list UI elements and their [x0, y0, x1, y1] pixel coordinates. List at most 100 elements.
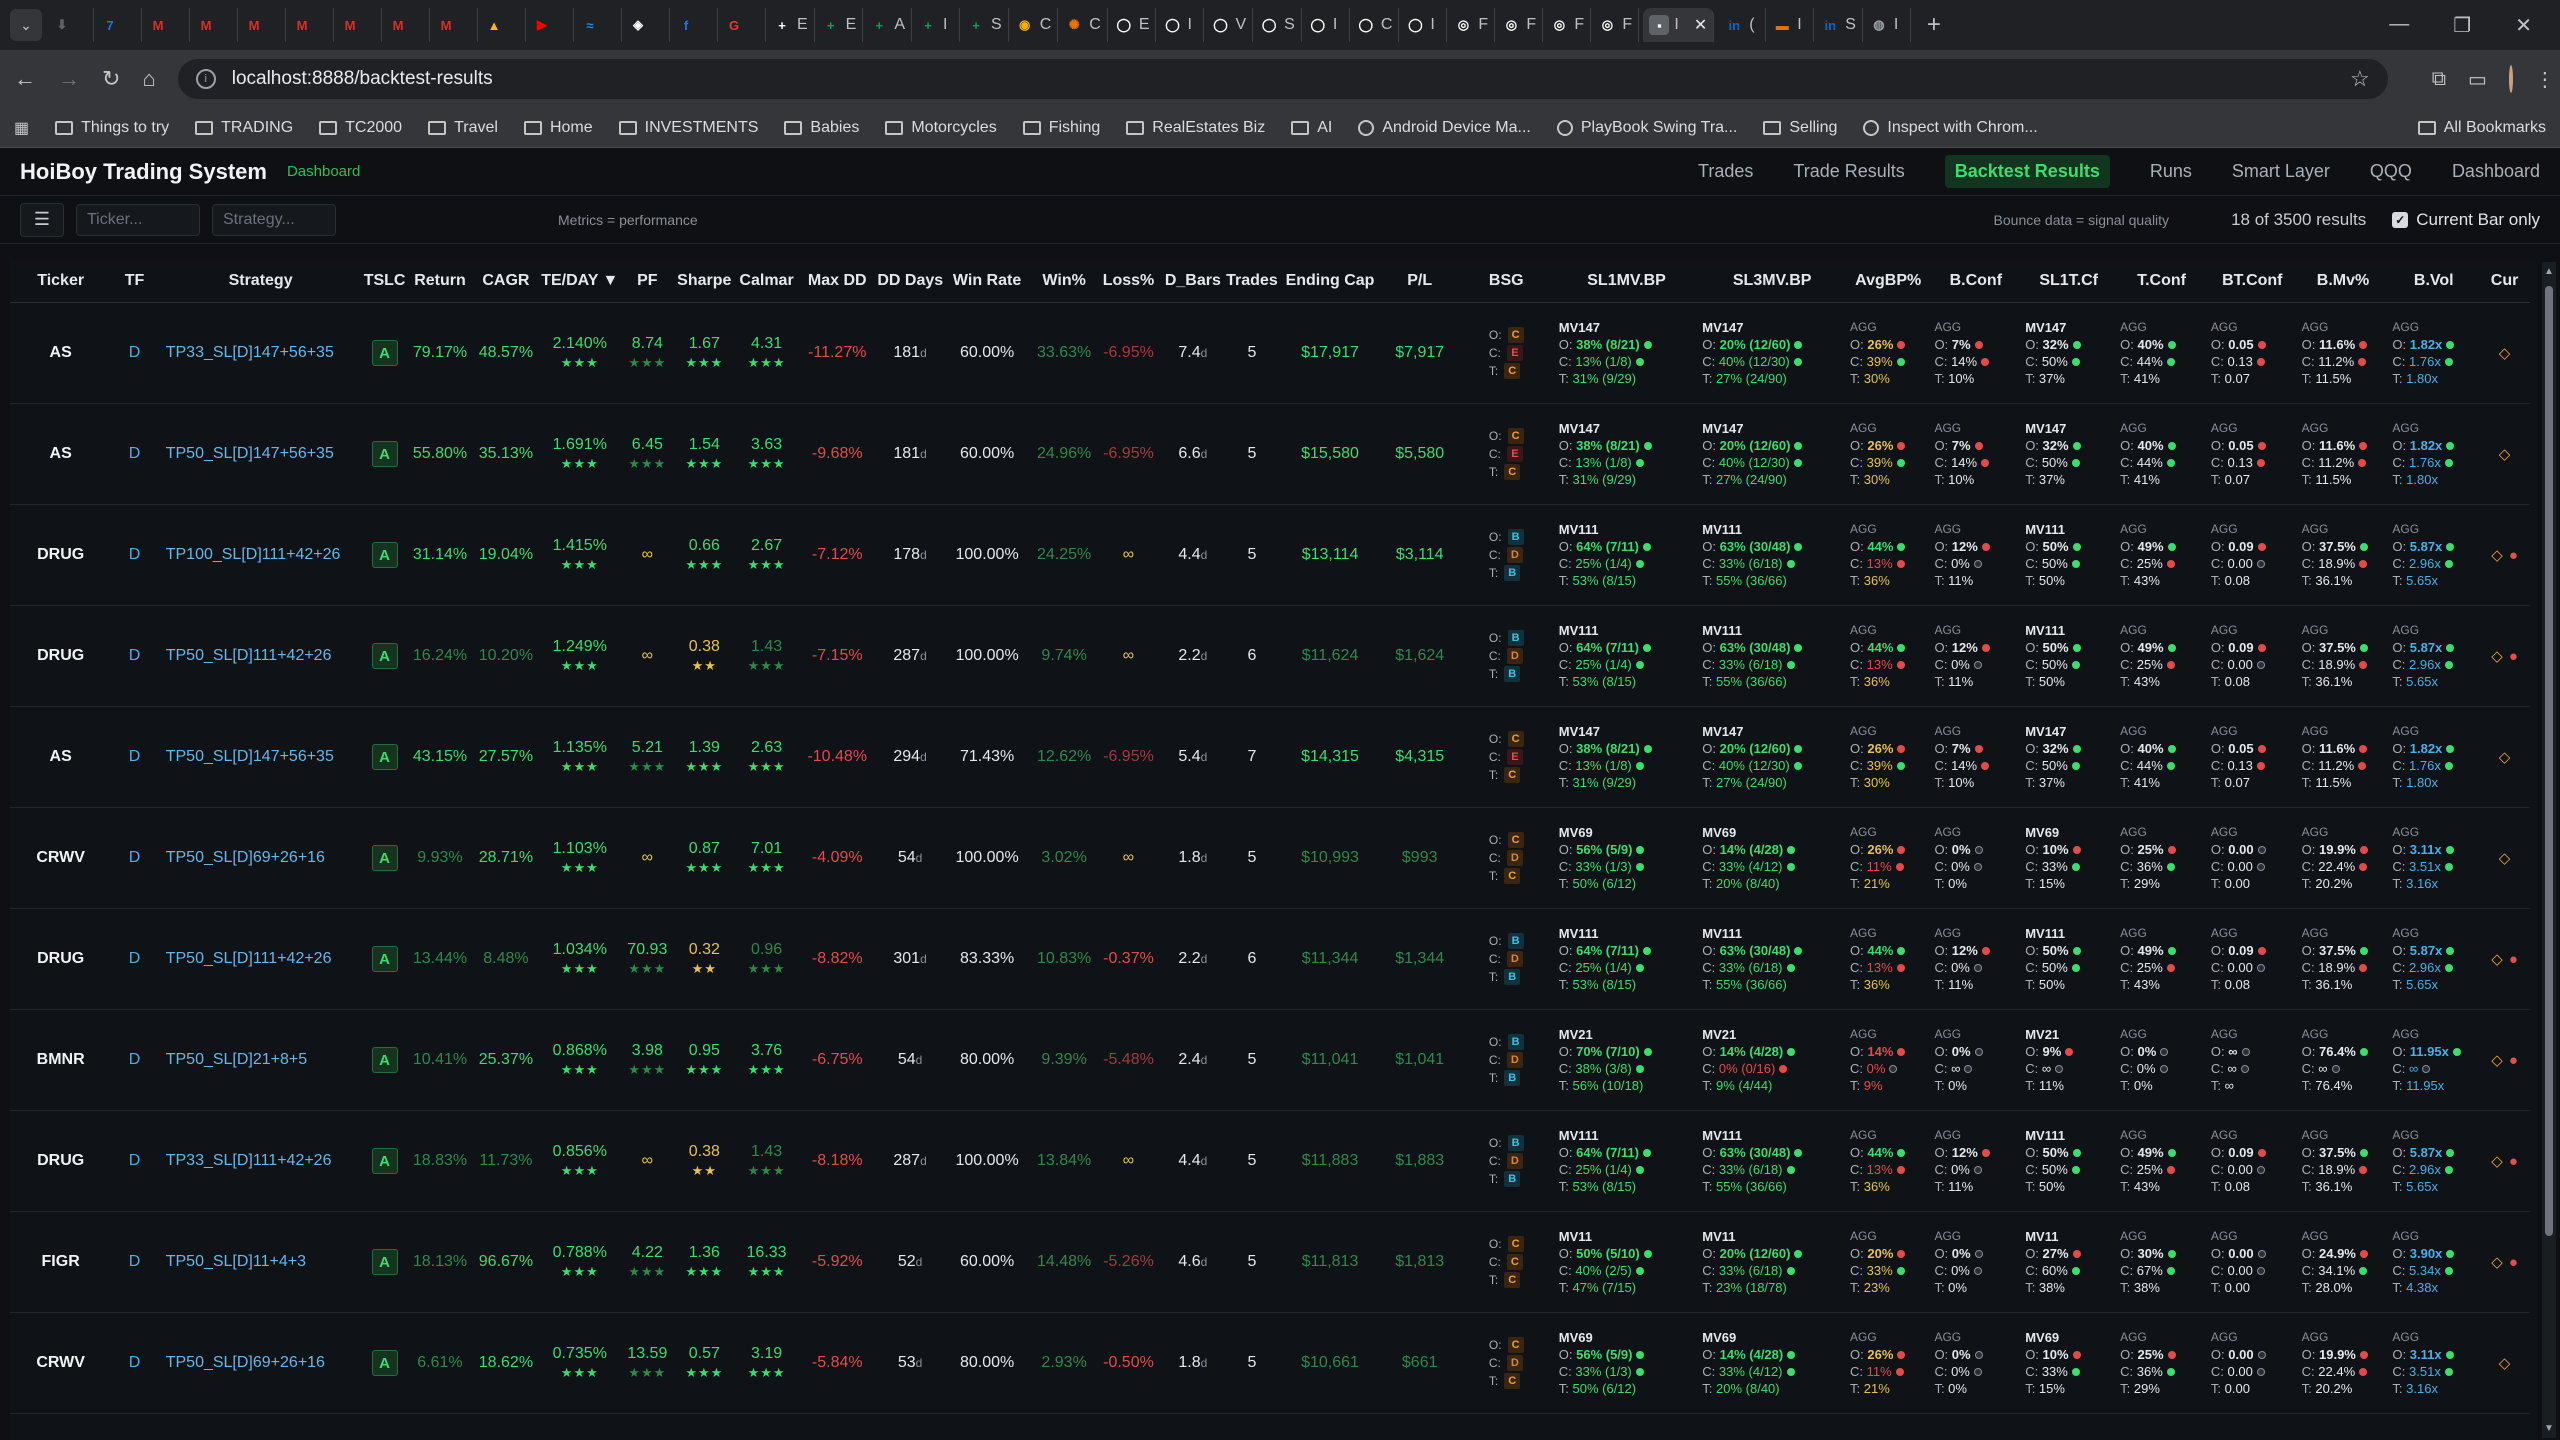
column-header[interactable]: PF [622, 260, 673, 303]
column-header[interactable]: TF [111, 260, 158, 303]
browser-tab[interactable]: ◎ F [1543, 8, 1592, 42]
scroll-up-icon[interactable]: ▲ [2544, 266, 2554, 277]
column-header[interactable]: TE/DAY ▼ [537, 260, 622, 303]
browser-tab[interactable]: ◯ E [1108, 8, 1157, 42]
address-bar[interactable]: i localhost:8888/backtest-results ☆ [177, 59, 2388, 99]
nav-smart-layer[interactable]: Smart Layer [2232, 161, 2330, 182]
column-header[interactable]: Ticker [10, 260, 112, 303]
column-header[interactable]: Trades [1225, 260, 1279, 303]
table-row[interactable]: DRUG D TP33_SL[D]111+42+26 A 18.83% 11.73% 0.8… [10, 1110, 2530, 1211]
column-header[interactable]: AvgBP% [1846, 260, 1931, 303]
browser-tab[interactable]: ⬇ [46, 8, 94, 42]
column-header[interactable]: P/L [1381, 260, 1458, 303]
nav-trades[interactable]: Trades [1698, 161, 1753, 182]
ticker-cell[interactable]: CRWV [10, 1312, 111, 1413]
ticker-cell[interactable]: FIGR [10, 1211, 111, 1312]
browser-tab[interactable]: + E [766, 8, 815, 42]
table-scrollbar[interactable]: ▲ ▼ [2542, 262, 2556, 1438]
column-header[interactable]: D_Bars [1160, 260, 1226, 303]
bookmark-item[interactable]: Android Device Ma... [1358, 119, 1531, 137]
scrollbar-thumb[interactable] [2545, 286, 2553, 1236]
browser-tab[interactable]: G [718, 8, 766, 42]
browser-tab[interactable]: M [142, 8, 190, 42]
bookmark-item[interactable]: INVESTMENTS [618, 119, 758, 137]
column-header[interactable]: B.Vol [2388, 260, 2480, 303]
ticker-cell[interactable]: DRUG [10, 1110, 111, 1211]
column-header[interactable]: SL1MV.BP [1554, 260, 1699, 303]
column-header[interactable]: TSLC [363, 260, 406, 303]
strategy-filter-input[interactable] [212, 203, 336, 236]
strategy-cell[interactable]: TP50_SL[D]11+4+3 [158, 1211, 364, 1312]
site-info-icon[interactable]: i [195, 69, 216, 89]
nav-dashboard[interactable]: Dashboard [2452, 161, 2540, 182]
browser-tab[interactable]: ▲ [478, 8, 526, 42]
column-header[interactable]: BSG [1457, 260, 1555, 303]
nav-trade-results[interactable]: Trade Results [1793, 161, 1904, 182]
table-row[interactable]: BMNR D TP50_SL[D]21+8+5 A 10.41% 25.37% 0.868%… [10, 1009, 2530, 1110]
column-header[interactable]: Return [405, 260, 475, 303]
sidebar-icon[interactable]: ▭ [2468, 67, 2487, 92]
column-header[interactable]: Sharpe [672, 260, 736, 303]
browser-tab[interactable]: ▬ I [1766, 8, 1815, 42]
strategy-cell[interactable]: TP50_SL[D]69+26+16 [158, 1312, 364, 1413]
bookmark-item[interactable]: RealEstates Biz [1126, 119, 1265, 137]
table-row[interactable]: CRWV D TP50_SL[D]69+26+16 A 9.93% 28.71% 1.103… [10, 807, 2530, 908]
ticker-cell[interactable]: AS [10, 706, 111, 807]
browser-tab[interactable]: ▶ [526, 8, 574, 42]
hamburger-menu-icon[interactable]: ☰ [20, 202, 64, 237]
table-row[interactable]: DRUG D TP50_SL[D]111+42+26 A 13.44% 8.48% 1.03… [10, 908, 2530, 1009]
profile-avatar[interactable] [2508, 65, 2513, 93]
browser-tab[interactable]: in S [1814, 8, 1863, 42]
tab-active[interactable]: ▪ I ✕ [1643, 8, 1715, 42]
app-subtitle[interactable]: Dashboard [287, 163, 360, 180]
browser-tab[interactable]: M [238, 8, 286, 42]
bookmark-item[interactable]: Selling [1763, 119, 1837, 137]
browser-tab[interactable]: M [334, 8, 382, 42]
column-header[interactable]: BT.Conf [2206, 260, 2298, 303]
bookmark-item[interactable]: Things to try [55, 119, 169, 137]
browser-tab[interactable]: ◯ I [1302, 8, 1350, 42]
bookmark-item[interactable]: AI [1291, 119, 1332, 137]
browser-tab[interactable]: ◯ I [1156, 8, 1205, 42]
bookmark-item[interactable]: Home [523, 119, 593, 137]
table-row[interactable]: AS D TP50_SL[D]147+56+35 A 43.15% 27.57% 1.135… [10, 706, 2530, 807]
column-header[interactable]: Ending Cap [1278, 260, 1382, 303]
home-icon[interactable]: ⌂ [142, 66, 155, 92]
browser-tab[interactable]: f [670, 8, 718, 42]
reload-icon[interactable]: ↻ [102, 66, 120, 92]
browser-tab[interactable]: + I [912, 8, 961, 42]
table-row[interactable]: DRUG D TP100_SL[D]111+42+26 A 31.14% 19.04% 1.… [10, 504, 2530, 605]
close-window-icon[interactable]: ✕ [2515, 13, 2532, 38]
bookmark-item[interactable]: TRADING [195, 119, 293, 137]
checkbox-check-icon[interactable]: ✓ [2392, 211, 2409, 228]
browser-tab[interactable]: M [430, 8, 478, 42]
table-row[interactable]: CRWV D TP50_SL[D]69+26+16 A 6.61% 18.62% 0.735… [10, 1312, 2530, 1413]
nav-qqq[interactable]: QQQ [2370, 161, 2412, 182]
bookmark-item[interactable]: TC2000 [319, 119, 402, 137]
browser-tab[interactable]: ◯ V [1204, 8, 1254, 42]
column-header[interactable]: Win Rate [942, 260, 1032, 303]
column-header[interactable]: Strategy [157, 260, 364, 303]
column-header[interactable]: Win% [1031, 260, 1097, 303]
nav-runs[interactable]: Runs [2150, 161, 2192, 182]
column-header[interactable]: T.Conf [2116, 260, 2207, 303]
browser-tab[interactable]: + S [960, 8, 1009, 42]
browser-tab[interactable]: M [190, 8, 238, 42]
scroll-down-icon[interactable]: ▼ [2544, 1423, 2554, 1434]
nav-backtest-results[interactable]: Backtest Results [1944, 155, 2110, 188]
extensions-puzzle-icon[interactable]: ⧉ [2432, 68, 2446, 91]
strategy-cell[interactable]: TP100_SL[D]111+42+26 [158, 504, 364, 605]
table-row[interactable]: DRUG D TP50_SL[D]111+42+26 A 16.24% 10.20% 1.2… [10, 605, 2530, 706]
ticker-cell[interactable]: AS [10, 302, 111, 403]
strategy-cell[interactable]: TP33_SL[D]147+56+35 [158, 302, 364, 403]
browser-tab[interactable]: ≈ [574, 8, 622, 42]
column-header[interactable]: Loss% [1096, 260, 1161, 303]
ticker-cell[interactable]: BMNR [10, 1009, 111, 1110]
forward-icon[interactable]: → [58, 66, 80, 92]
browser-tab[interactable]: ✺ C [1058, 8, 1108, 42]
browser-tab[interactable]: ◎ F [1591, 8, 1640, 42]
strategy-cell[interactable]: TP50_SL[D]111+42+26 [158, 908, 364, 1009]
browser-tab[interactable]: ◯ C [1350, 8, 1400, 42]
bookmark-item[interactable]: Babies [784, 119, 859, 137]
restore-icon[interactable]: ❐ [2453, 13, 2471, 38]
